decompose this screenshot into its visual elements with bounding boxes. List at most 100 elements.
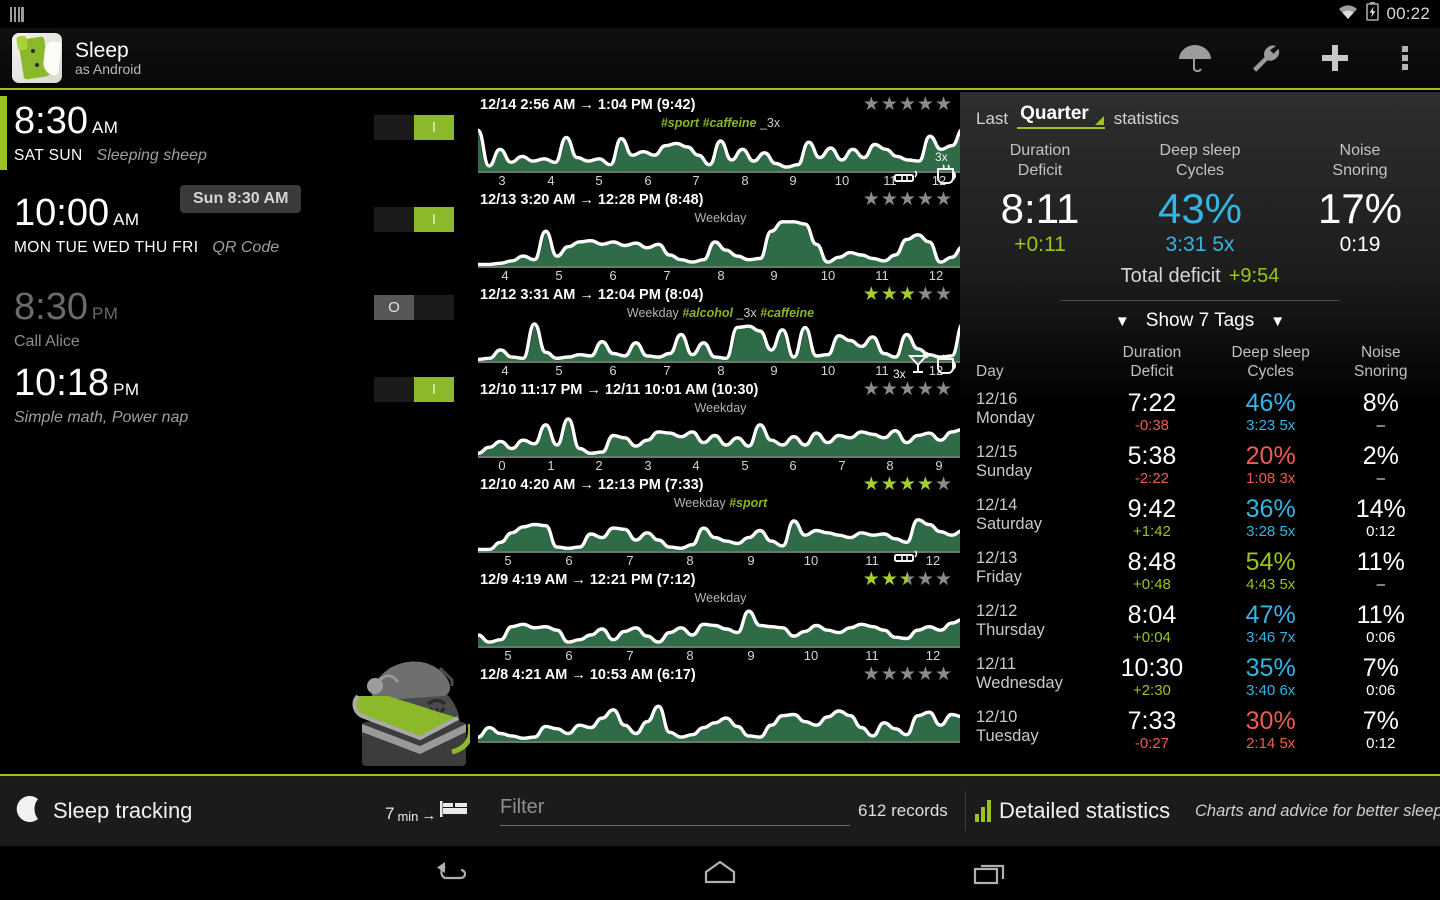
rating-star[interactable]: ★ [899, 95, 916, 114]
umbrella-icon[interactable] [1160, 27, 1230, 89]
record-rating[interactable]: ★ ★ ★ ★ ★ [863, 380, 952, 399]
rating-star[interactable]: ★ [863, 570, 880, 589]
alarm-item[interactable]: 10:18 PM Simple math, Power nap I [0, 358, 470, 427]
table-row[interactable]: 12/12 Thursday 8:04 +0:04 47% 3:46 7x 11% 0:06 [960, 594, 1440, 647]
rating-star[interactable]: ★ [935, 285, 952, 304]
home-icon[interactable] [690, 853, 750, 893]
rating-star[interactable]: ★ [899, 570, 916, 589]
alarm-toggle[interactable]: I [373, 376, 455, 403]
filter-input[interactable] [500, 796, 850, 819]
record-rating[interactable]: ★ ★ ★ ★ ★ [863, 665, 952, 684]
rating-star[interactable]: ★ [881, 665, 898, 684]
record-title: 12/13 3:20 AM → 12:28 PM (8:48) [480, 191, 704, 208]
axis-tick-label: 4 [501, 363, 509, 378]
statistics-panel: Last Quarter statistics Duration Deficit 8… [960, 92, 1440, 774]
rating-star[interactable]: ★ [935, 570, 952, 589]
table-row[interactable]: 12/10 Tuesday 7:33 -0:27 30% 2:14 5x 7% 0:12 [960, 700, 1440, 753]
record-rating[interactable]: ★ ★ ★ ★ ★ [863, 475, 952, 494]
rating-star[interactable]: ★ [935, 380, 952, 399]
table-row[interactable]: 12/15 Sunday 5:38 -2:22 20% 1:08 3x 2% – [960, 435, 1440, 488]
actigraph-chart[interactable]: Weekday 0 1 2 3 4 5 6 7 8 9 [478, 400, 960, 473]
rating-star[interactable]: ★ [881, 190, 898, 209]
cocktail-icon: 3x [893, 351, 932, 381]
sleep-record-row[interactable]: 12/9 4:19 AM → 12:21 PM (7:12) ★ ★ ★ ★ ★ Weekd… [470, 567, 960, 663]
show-tags-button[interactable]: ▼ Show 7 Tags ▼ [960, 310, 1440, 332]
app-screen: 00:22 Sleep as Android 8:30 AM SAT SUN S… [0, 0, 1440, 900]
row-duration: 8:04 +0:04 [1127, 600, 1177, 647]
rating-star[interactable]: ★ [881, 380, 898, 399]
record-tag: #sport [729, 496, 768, 510]
sleep-record-row[interactable]: 12/12 3:31 AM → 12:04 PM (8:04) ★ ★ ★ ★ ★ Week… [470, 282, 960, 381]
sleep-record-row[interactable]: 12/8 4:21 AM → 10:53 AM (6:17) ★ ★ ★ ★ ★ [470, 662, 960, 757]
recents-icon[interactable] [960, 853, 1020, 893]
rating-star[interactable]: ★ [881, 95, 898, 114]
axis-tick-label: 8 [886, 458, 894, 473]
detailed-statistics-button[interactable]: Detailed statistics [975, 798, 1170, 824]
wrench-icon[interactable] [1230, 27, 1300, 89]
rating-star[interactable]: ★ [863, 190, 880, 209]
rating-star[interactable]: ★ [935, 475, 952, 494]
back-icon[interactable] [420, 853, 480, 893]
sleep-tracking-button[interactable]: Sleep tracking [16, 793, 192, 830]
row-noise: 14% 0:12 [1355, 494, 1406, 541]
alarm-toggle[interactable]: O [373, 294, 455, 321]
rating-star[interactable]: ★ [917, 285, 934, 304]
rating-star[interactable]: ★ [863, 665, 880, 684]
plus-icon[interactable] [1300, 27, 1370, 89]
alarm-item[interactable]: 8:30 PM Call Alice O [0, 282, 470, 351]
bed-icon [439, 799, 469, 824]
table-row[interactable]: 12/13 Friday 8:48 +0:48 54% 4:43 5x 11% – [960, 541, 1440, 594]
column-header-duration: Duration Deficit [1122, 344, 1182, 380]
actigraph-chart[interactable]: Weekday 5 6 7 8 9 10 11 12 [478, 590, 960, 663]
sleep-record-row[interactable]: 12/14 2:56 AM → 1:04 PM (9:42) ★ ★ ★ ★ ★ #spor… [470, 92, 960, 188]
rating-star[interactable]: ★ [917, 570, 934, 589]
axis-tick-label: 12 [925, 648, 941, 663]
rating-star[interactable]: ★ [863, 285, 880, 304]
rating-star[interactable]: ★ [917, 190, 934, 209]
rating-star[interactable]: ★ [917, 665, 934, 684]
sleep-record-row[interactable]: 12/13 3:20 AM → 12:28 PM (8:48) ★ ★ ★ ★ ★ Week… [470, 187, 960, 283]
table-row[interactable]: 12/11 Wednesday 10:30 +2:30 35% 3:40 6x 7% 0:06 [960, 647, 1440, 700]
table-row[interactable]: 12/16 Monday 7:22 -0:38 46% 3:23 5x 8% – [960, 382, 1440, 435]
actigraph-chart[interactable] [478, 685, 960, 757]
rating-star[interactable]: ★ [863, 475, 880, 494]
alarm-toggle[interactable]: I [373, 114, 455, 141]
rating-star[interactable]: ★ [935, 665, 952, 684]
rating-star[interactable]: ★ [917, 475, 934, 494]
sleep-record-row[interactable]: 12/10 11:17 PM → 12/11 10:01 AM (10:30) ★… [470, 377, 960, 473]
alarm-toggle[interactable]: I [373, 206, 455, 233]
actigraph-chart[interactable]: Weekday #sport 5 6 7 8 9 10 11 12 [478, 495, 960, 568]
record-rating[interactable]: ★ ★ ★ ★ ★ [863, 190, 952, 209]
actigraph-chart[interactable]: #sport #caffeine _3x 3 4 5 6 7 8 9 10 11 12 3x [478, 115, 960, 188]
rating-star[interactable]: ★ [863, 95, 880, 114]
rating-star[interactable]: ★ [917, 380, 934, 399]
rating-star[interactable]: ★ [863, 380, 880, 399]
table-row[interactable]: 12/14 Saturday 9:42 +1:42 36% 3:28 5x 14% 0:12 [960, 488, 1440, 541]
overflow-menu-icon[interactable] [1370, 27, 1440, 89]
rating-star[interactable]: ★ [881, 475, 898, 494]
statistics-period-dropdown[interactable]: Quarter [1017, 103, 1105, 129]
rating-star[interactable]: ★ [917, 95, 934, 114]
record-rating[interactable]: ★ ★ ★ ★ ★ [863, 95, 952, 114]
sim-icon [10, 6, 26, 22]
record-rating[interactable]: ★ ★ ★ ★ ★ [863, 285, 952, 304]
record-rating[interactable]: ★ ★ ★ ★ ★ [863, 570, 952, 589]
alarm-item[interactable]: 8:30 AM SAT SUN Sleeping sheep I [0, 96, 470, 170]
rating-star[interactable]: ★ [899, 285, 916, 304]
sleep-record-row[interactable]: 12/10 4:20 AM → 12:13 PM (7:33) ★ ★ ★ ★ ★ Week… [470, 472, 960, 568]
rating-star[interactable]: ★ [935, 190, 952, 209]
row-noise: 2% – [1362, 441, 1399, 488]
rating-star[interactable]: ★ [899, 475, 916, 494]
alarm-ampm: PM [113, 380, 140, 399]
axis-tick-label: 6 [565, 553, 573, 568]
actigraph-chart[interactable]: Weekday 4 5 6 7 8 9 10 11 12 [478, 210, 960, 283]
rating-star[interactable]: ★ [881, 285, 898, 304]
tracking-delay-control[interactable]: 7 min → [385, 799, 469, 824]
rating-star[interactable]: ★ [899, 190, 916, 209]
rating-star[interactable]: ★ [899, 665, 916, 684]
rating-star[interactable]: ★ [935, 95, 952, 114]
actigraph-chart[interactable]: Weekday #alcohol _3x #caffeine 4 5 6 7 8 9 10 1… [478, 305, 960, 381]
axis-tick-label: 3 [498, 173, 506, 188]
rating-star[interactable]: ★ [881, 570, 898, 589]
rating-star[interactable]: ★ [899, 380, 916, 399]
